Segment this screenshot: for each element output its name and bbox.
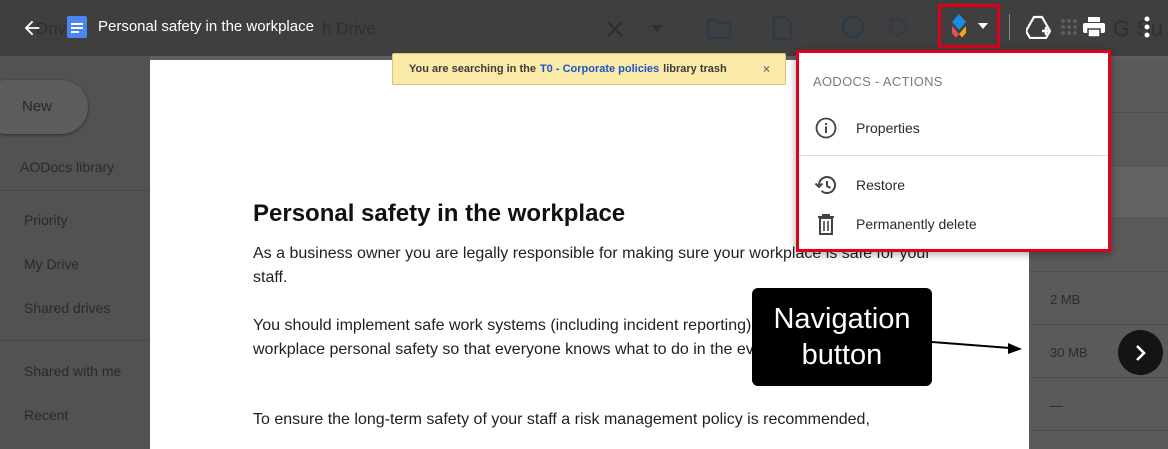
chevron-right-icon <box>1135 344 1146 361</box>
next-navigation-button[interactable] <box>1118 330 1163 375</box>
callout-arrow <box>931 341 1022 354</box>
